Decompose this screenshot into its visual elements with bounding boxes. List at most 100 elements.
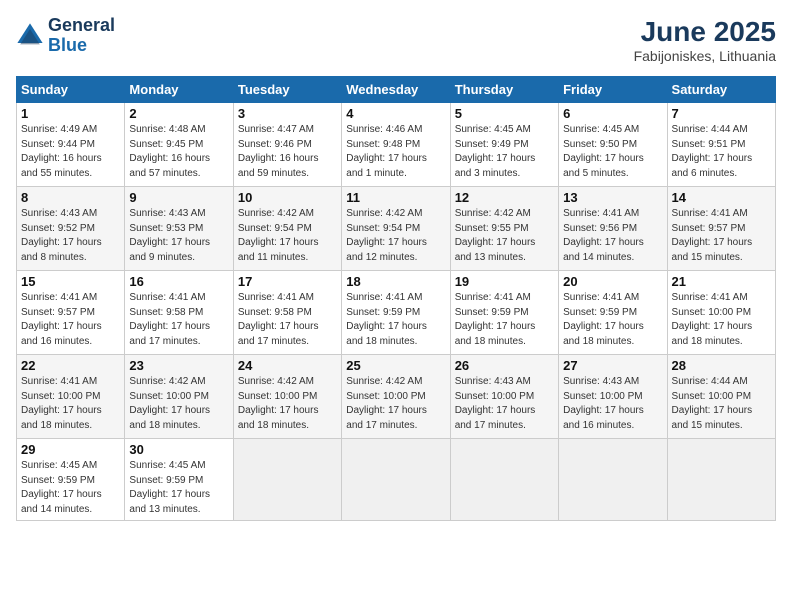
- day-info: Sunrise: 4:43 AM Sunset: 9:52 PM Dayligh…: [21, 207, 120, 265]
- day-info: Sunrise: 4:48 AM Sunset: 9:45 PM Dayligh…: [129, 123, 228, 181]
- calendar-cell: 17 Sunrise: 4:41 AM Sunset: 9:58 PM Dayli…: [233, 271, 341, 355]
- day-info: Sunrise: 4:46 AM Sunset: 9:48 PM Dayligh…: [346, 123, 445, 181]
- calendar-header-wednesday: Wednesday: [342, 77, 450, 103]
- calendar-cell: 28 Sunrise: 4:44 AM Sunset: 10:00 PM Dayl…: [667, 355, 775, 439]
- calendar-header-sunday: Sunday: [17, 77, 125, 103]
- day-info: Sunrise: 4:41 AM Sunset: 9:57 PM Dayligh…: [672, 207, 771, 265]
- calendar-week-row: 1 Sunrise: 4:49 AM Sunset: 9:44 PM Daylig…: [17, 103, 776, 187]
- calendar-cell: [233, 439, 341, 521]
- day-number: 12: [455, 190, 554, 205]
- day-number: 28: [672, 358, 771, 373]
- day-info: Sunrise: 4:45 AM Sunset: 9:59 PM Dayligh…: [21, 459, 120, 517]
- calendar-header-monday: Monday: [125, 77, 233, 103]
- calendar-cell: 27 Sunrise: 4:43 AM Sunset: 10:00 PM Dayl…: [559, 355, 667, 439]
- calendar-week-row: 15Sunrise: 4:41 AM Sunset: 9:57 PM Dayli…: [17, 271, 776, 355]
- day-info: Sunrise: 4:41 AM Sunset: 10:00 PM Daylig…: [21, 375, 120, 433]
- day-info: Sunrise: 4:41 AM Sunset: 9:56 PM Dayligh…: [563, 207, 662, 265]
- day-number: 19: [455, 274, 554, 289]
- day-number: 17: [238, 274, 337, 289]
- day-info: Sunrise: 4:41 AM Sunset: 9:59 PM Dayligh…: [455, 291, 554, 349]
- day-number: 20: [563, 274, 662, 289]
- calendar-table: SundayMondayTuesdayWednesdayThursdayFrid…: [16, 76, 776, 521]
- calendar-cell: 11 Sunrise: 4:42 AM Sunset: 9:54 PM Dayli…: [342, 187, 450, 271]
- day-info: Sunrise: 4:41 AM Sunset: 10:00 PM Daylig…: [672, 291, 771, 349]
- calendar-cell: 19 Sunrise: 4:41 AM Sunset: 9:59 PM Dayli…: [450, 271, 558, 355]
- day-info: Sunrise: 4:47 AM Sunset: 9:46 PM Dayligh…: [238, 123, 337, 181]
- calendar-cell: 22 Sunrise: 4:41 AM Sunset: 10:00 PM Dayl…: [17, 355, 125, 439]
- calendar-cell: 13Sunrise: 4:41 AM Sunset: 9:56 PM Dayli…: [559, 187, 667, 271]
- day-number: 21: [672, 274, 771, 289]
- day-info: Sunrise: 4:41 AM Sunset: 9:58 PM Dayligh…: [129, 291, 228, 349]
- calendar-cell: 7 Sunrise: 4:44 AM Sunset: 9:51 PM Daylig…: [667, 103, 775, 187]
- day-number: 2: [129, 106, 228, 121]
- day-number: 22: [21, 358, 120, 373]
- day-info: Sunrise: 4:45 AM Sunset: 9:49 PM Dayligh…: [455, 123, 554, 181]
- calendar-cell: 10Sunrise: 4:42 AM Sunset: 9:54 PM Dayli…: [233, 187, 341, 271]
- day-number: 18: [346, 274, 445, 289]
- day-info: Sunrise: 4:41 AM Sunset: 9:58 PM Dayligh…: [238, 291, 337, 349]
- calendar-cell: 24Sunrise: 4:42 AM Sunset: 10:00 PM Dayl…: [233, 355, 341, 439]
- logo-general-text: General: [48, 15, 115, 35]
- day-info: Sunrise: 4:44 AM Sunset: 10:00 PM Daylig…: [672, 375, 771, 433]
- day-number: 5: [455, 106, 554, 121]
- day-info: Sunrise: 4:43 AM Sunset: 10:00 PM Daylig…: [563, 375, 662, 433]
- calendar-header-saturday: Saturday: [667, 77, 775, 103]
- page: General Blue June 2025 Fabijoniskes, Lit…: [0, 0, 792, 612]
- calendar-cell: [559, 439, 667, 521]
- calendar-week-row: 8 Sunrise: 4:43 AM Sunset: 9:52 PM Daylig…: [17, 187, 776, 271]
- calendar-subtitle: Fabijoniskes, Lithuania: [634, 48, 776, 64]
- logo-blue-text: Blue: [48, 35, 87, 55]
- calendar-cell: 15Sunrise: 4:41 AM Sunset: 9:57 PM Dayli…: [17, 271, 125, 355]
- calendar-cell: 1 Sunrise: 4:49 AM Sunset: 9:44 PM Daylig…: [17, 103, 125, 187]
- day-info: Sunrise: 4:49 AM Sunset: 9:44 PM Dayligh…: [21, 123, 120, 181]
- title-block: June 2025 Fabijoniskes, Lithuania: [634, 16, 776, 64]
- logo-icon: [16, 22, 44, 50]
- day-number: 11: [346, 190, 445, 205]
- day-info: Sunrise: 4:42 AM Sunset: 10:00 PM Daylig…: [129, 375, 228, 433]
- calendar-cell: 3 Sunrise: 4:47 AM Sunset: 9:46 PM Daylig…: [233, 103, 341, 187]
- day-info: Sunrise: 4:41 AM Sunset: 9:59 PM Dayligh…: [563, 291, 662, 349]
- calendar-week-row: 22 Sunrise: 4:41 AM Sunset: 10:00 PM Dayl…: [17, 355, 776, 439]
- calendar-cell: 2 Sunrise: 4:48 AM Sunset: 9:45 PM Daylig…: [125, 103, 233, 187]
- calendar-cell: 4Sunrise: 4:46 AM Sunset: 9:48 PM Daylig…: [342, 103, 450, 187]
- day-number: 3: [238, 106, 337, 121]
- calendar-header-tuesday: Tuesday: [233, 77, 341, 103]
- day-number: 16: [129, 274, 228, 289]
- calendar-cell: 29 Sunrise: 4:45 AM Sunset: 9:59 PM Dayli…: [17, 439, 125, 521]
- day-number: 26: [455, 358, 554, 373]
- calendar-cell: 14Sunrise: 4:41 AM Sunset: 9:57 PM Dayli…: [667, 187, 775, 271]
- calendar-cell: 12Sunrise: 4:42 AM Sunset: 9:55 PM Dayli…: [450, 187, 558, 271]
- header: General Blue June 2025 Fabijoniskes, Lit…: [16, 16, 776, 64]
- calendar-title: June 2025: [634, 16, 776, 48]
- day-number: 29: [21, 442, 120, 457]
- day-number: 7: [672, 106, 771, 121]
- day-number: 27: [563, 358, 662, 373]
- calendar-cell: 5 Sunrise: 4:45 AM Sunset: 9:49 PM Daylig…: [450, 103, 558, 187]
- day-number: 30: [129, 442, 228, 457]
- day-info: Sunrise: 4:42 AM Sunset: 9:54 PM Dayligh…: [346, 207, 445, 265]
- day-number: 15: [21, 274, 120, 289]
- day-info: Sunrise: 4:42 AM Sunset: 10:00 PM Daylig…: [346, 375, 445, 433]
- day-number: 10: [238, 190, 337, 205]
- day-info: Sunrise: 4:45 AM Sunset: 9:59 PM Dayligh…: [129, 459, 228, 517]
- calendar-week-row: 29 Sunrise: 4:45 AM Sunset: 9:59 PM Dayli…: [17, 439, 776, 521]
- calendar-cell: 20 Sunrise: 4:41 AM Sunset: 9:59 PM Dayli…: [559, 271, 667, 355]
- day-info: Sunrise: 4:45 AM Sunset: 9:50 PM Dayligh…: [563, 123, 662, 181]
- day-number: 23: [129, 358, 228, 373]
- calendar-cell: 16 Sunrise: 4:41 AM Sunset: 9:58 PM Dayli…: [125, 271, 233, 355]
- calendar-cell: 30 Sunrise: 4:45 AM Sunset: 9:59 PM Dayli…: [125, 439, 233, 521]
- day-number: 9: [129, 190, 228, 205]
- logo: General Blue: [16, 16, 115, 56]
- day-number: 1: [21, 106, 120, 121]
- calendar-cell: 8 Sunrise: 4:43 AM Sunset: 9:52 PM Daylig…: [17, 187, 125, 271]
- day-number: 8: [21, 190, 120, 205]
- day-info: Sunrise: 4:44 AM Sunset: 9:51 PM Dayligh…: [672, 123, 771, 181]
- calendar-cell: 25Sunrise: 4:42 AM Sunset: 10:00 PM Dayl…: [342, 355, 450, 439]
- day-number: 24: [238, 358, 337, 373]
- calendar-cell: 26Sunrise: 4:43 AM Sunset: 10:00 PM Dayl…: [450, 355, 558, 439]
- calendar-cell: 6Sunrise: 4:45 AM Sunset: 9:50 PM Daylig…: [559, 103, 667, 187]
- calendar-cell: 18Sunrise: 4:41 AM Sunset: 9:59 PM Dayli…: [342, 271, 450, 355]
- calendar-cell: [342, 439, 450, 521]
- calendar-cell: 23 Sunrise: 4:42 AM Sunset: 10:00 PM Dayl…: [125, 355, 233, 439]
- calendar-header-row: SundayMondayTuesdayWednesdayThursdayFrid…: [17, 77, 776, 103]
